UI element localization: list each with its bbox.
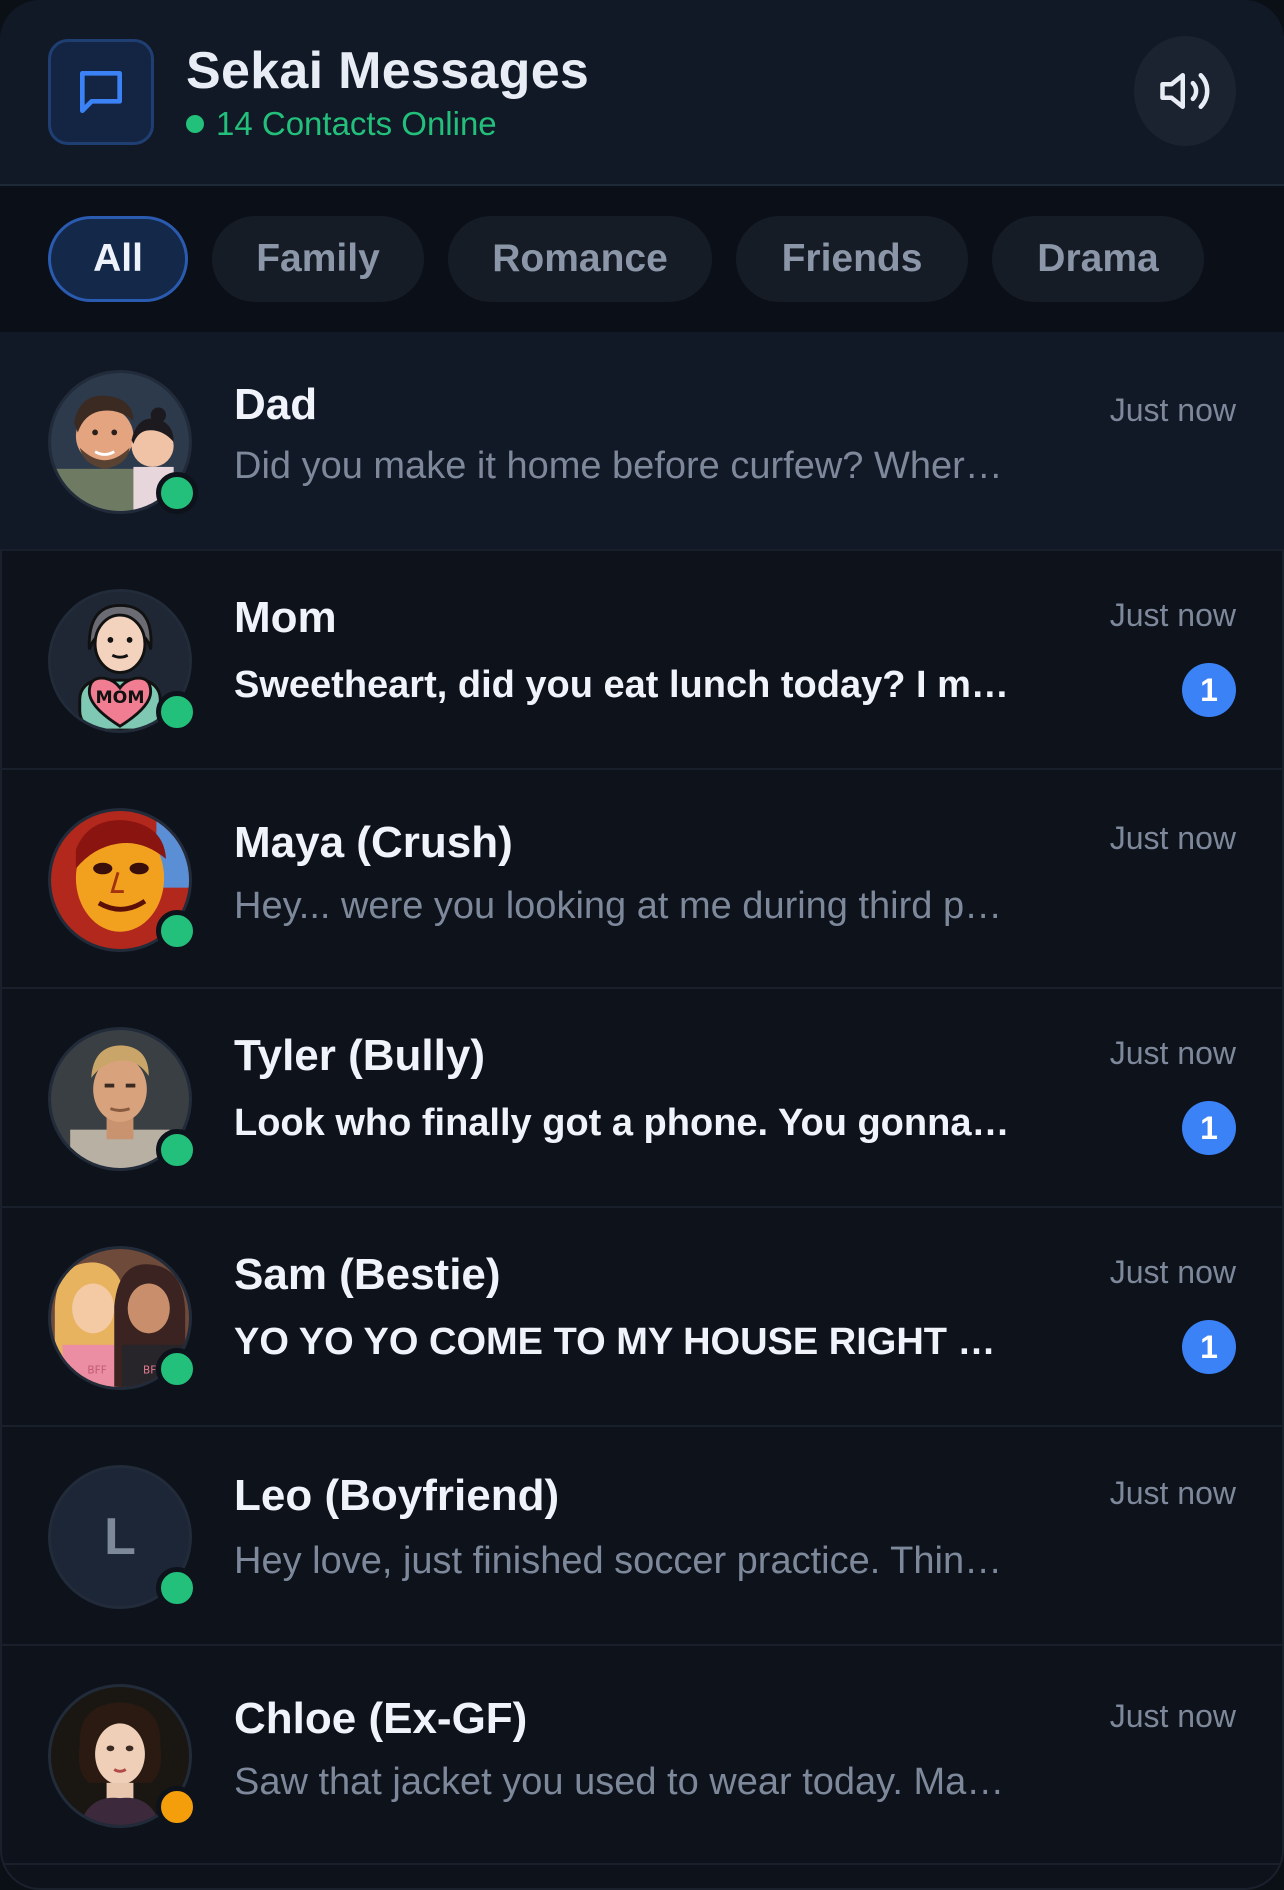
tab-friends[interactable]: Friends	[736, 216, 968, 302]
tab-romance[interactable]: Romance	[448, 216, 712, 302]
timestamp: Just now	[1109, 1698, 1236, 1734]
conversation-row-sam[interactable]: BFF BFF Sam (Bestie) YO YO YO COME TO MY…	[0, 1208, 1284, 1427]
sound-button[interactable]	[1134, 36, 1236, 146]
speaker-icon	[1160, 73, 1210, 109]
unread-badge: 1	[1182, 1320, 1236, 1374]
conversation-row-tyler[interactable]: Tyler (Bully) Look who finally got a pho…	[0, 989, 1284, 1208]
contact-name: Sam (Bestie)	[234, 1250, 501, 1299]
conversation-row-dad[interactable]: Dad Did you make it home before curfew? …	[0, 332, 1284, 551]
avatar-initial: L	[104, 1508, 136, 1566]
unread-badge: 1	[1182, 1101, 1236, 1155]
message-preview: YO YO YO COME TO MY HOUSE RIGHT …	[234, 1321, 996, 1363]
timestamp: Just now	[1109, 1254, 1236, 1290]
conversation-row-leo[interactable]: L Leo (Boyfriend) Hey love, just finishe…	[0, 1427, 1284, 1646]
away-status-dot	[156, 1786, 198, 1828]
header-text: Sekai Messages 14 Contacts Online	[186, 40, 589, 144]
online-status-dot	[156, 472, 198, 514]
svg-text:BFF: BFF	[87, 1365, 106, 1377]
chat-bubble-icon	[48, 39, 154, 145]
conversation-row-chloe[interactable]: Chloe (Ex-GF) Saw that jacket you used t…	[0, 1646, 1284, 1865]
tab-all[interactable]: All	[48, 216, 188, 302]
message-preview: Sweetheart, did you eat lunch today? I m…	[234, 664, 1009, 706]
unread-badge: 1	[1182, 663, 1236, 717]
message-preview: Hey love, just finished soccer practice.…	[234, 1540, 1003, 1582]
page-title: Sekai Messages	[186, 42, 590, 100]
online-status-dot	[156, 691, 198, 733]
conversation-row-maya[interactable]: Maya (Crush) Hey... were you looking at …	[0, 770, 1284, 989]
online-status-dot	[156, 1129, 198, 1171]
filter-tabs: All Family Romance Friends Drama	[0, 186, 1284, 332]
online-status-dot	[156, 910, 198, 952]
online-status-dot	[156, 1567, 198, 1609]
conversation-row-mom[interactable]: MOM Mom Sweetheart, did you eat lunch to…	[0, 551, 1284, 770]
tab-family[interactable]: Family	[212, 216, 424, 302]
contact-name: Mom	[234, 593, 337, 642]
message-preview: Look who finally got a phone. You gonna…	[234, 1102, 1010, 1144]
timestamp: Just now	[1109, 1475, 1236, 1511]
timestamp: Just now	[1109, 597, 1236, 633]
online-dot-icon	[186, 115, 204, 133]
contact-name: Leo (Boyfriend)	[234, 1471, 560, 1520]
contact-name: Tyler (Bully)	[234, 1031, 486, 1080]
message-preview: Did you make it home before curfew? Wher…	[234, 445, 1003, 487]
contact-name: Dad	[234, 380, 318, 429]
header: Sekai Messages 14 Contacts Online	[0, 0, 1284, 186]
message-preview: Saw that jacket you used to wear today. …	[234, 1761, 1005, 1803]
online-count: 14 Contacts Online	[216, 105, 497, 142]
contact-name: Maya (Crush)	[234, 818, 513, 867]
message-preview: Hey... were you looking at me during thi…	[234, 885, 1003, 927]
tab-drama[interactable]: Drama	[992, 216, 1204, 302]
timestamp: Just now	[1109, 1035, 1236, 1071]
conversation-list: Dad Did you make it home before curfew? …	[0, 332, 1284, 1865]
svg-text:MOM: MOM	[96, 688, 145, 708]
timestamp: Just now	[1109, 820, 1236, 856]
contact-name: Chloe (Ex-GF)	[234, 1694, 528, 1743]
messages-app: Sekai Messages 14 Contacts Online All Fa…	[0, 0, 1284, 1890]
online-status-dot	[156, 1348, 198, 1390]
online-status: 14 Contacts Online	[186, 104, 589, 144]
timestamp: Just now	[1109, 392, 1236, 428]
